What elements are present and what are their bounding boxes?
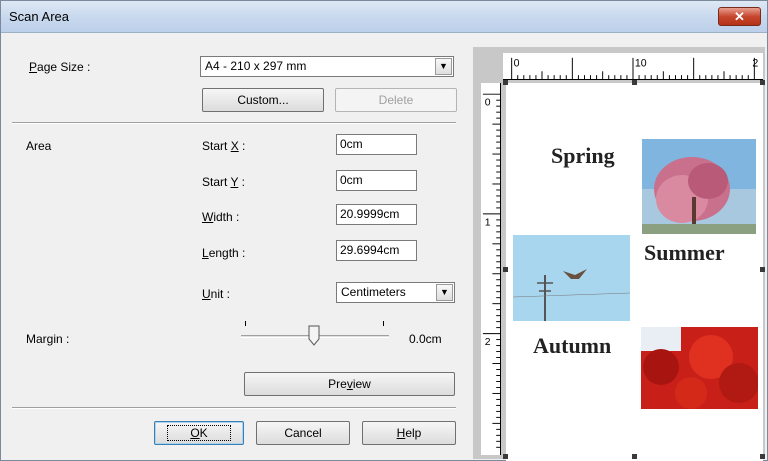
spring-photo	[642, 139, 756, 234]
ruler-label: 2	[752, 57, 758, 69]
ruler-label: 0	[485, 98, 491, 109]
start-y-input[interactable]: 0cm	[336, 170, 417, 191]
unit-label: Unit :	[202, 287, 231, 301]
summer-photo	[513, 235, 630, 321]
close-icon: ✕	[734, 9, 745, 24]
close-button[interactable]: ✕	[718, 7, 761, 26]
start-y-label: Start Y :	[202, 175, 245, 189]
area-label: Area	[26, 139, 52, 153]
margin-label: Margin :	[26, 332, 70, 346]
crop-handle-right[interactable]	[760, 267, 765, 272]
ruler-horizontal: 0 10 2	[503, 53, 763, 80]
length-input[interactable]: 29.6994cm	[336, 240, 417, 261]
preview-button[interactable]: Preview	[244, 372, 455, 396]
crop-handle-bottom[interactable]	[632, 454, 637, 459]
crop-handle-top[interactable]	[632, 80, 637, 85]
scan-area-dialog: Scan Area ✕ Page Size : A4 - 210 x 297 m…	[0, 0, 768, 461]
summer-text: Summer	[644, 240, 725, 265]
slider-tick	[383, 321, 384, 326]
chevron-down-icon[interactable]: ▼	[435, 58, 452, 75]
margin-slider[interactable]	[241, 319, 391, 351]
autumn-text: Autumn	[533, 333, 612, 358]
crop-handle-top-right[interactable]	[760, 80, 765, 85]
margin-value: 0.0cm	[409, 332, 442, 346]
cancel-button[interactable]: Cancel	[256, 421, 350, 445]
ruler-label: 1	[485, 217, 491, 228]
page-size-value: A4 - 210 x 297 mm	[205, 59, 307, 73]
start-x-label: Start X :	[202, 139, 246, 153]
crop-handle-left[interactable]	[503, 267, 508, 272]
window-title: Scan Area	[9, 9, 69, 24]
unit-select[interactable]: Centimeters ▼	[336, 282, 455, 303]
divider-top	[12, 122, 456, 124]
ruler-label: 0	[514, 57, 520, 69]
scan-preview-page[interactable]: Spring Summer Autumn	[506, 83, 763, 461]
chevron-down-icon[interactable]: ▼	[436, 284, 453, 301]
ok-button[interactable]: OK	[154, 421, 244, 445]
width-label: Width :	[202, 210, 240, 224]
crop-handle-top-left[interactable]	[503, 80, 508, 85]
custom-button[interactable]: Custom...	[202, 88, 324, 112]
ruler-label: 2	[485, 337, 491, 348]
width-input[interactable]: 20.9999cm	[336, 204, 417, 225]
crop-handle-bottom-left[interactable]	[503, 454, 508, 459]
start-x-input[interactable]: 0cm	[336, 134, 417, 155]
slider-tick	[245, 321, 246, 326]
delete-button[interactable]: Delete	[335, 88, 457, 112]
ruler-label: 10	[635, 57, 647, 69]
unit-value: Centimeters	[341, 285, 406, 299]
help-button[interactable]: Help	[362, 421, 456, 445]
page-size-label: Page Size :	[29, 60, 91, 74]
ruler-corner	[481, 53, 501, 80]
spring-text: Spring	[551, 143, 615, 168]
crop-handle-bottom-right[interactable]	[760, 454, 765, 459]
ruler-vertical: 0 1 2	[481, 83, 501, 455]
page-size-select[interactable]: A4 - 210 x 297 mm ▼	[200, 56, 454, 77]
autumn-photo	[641, 327, 758, 409]
divider-bottom	[12, 407, 456, 409]
length-label: Length :	[202, 246, 246, 260]
slider-thumb[interactable]	[308, 325, 320, 346]
title-bar: Scan Area ✕	[1, 1, 767, 33]
